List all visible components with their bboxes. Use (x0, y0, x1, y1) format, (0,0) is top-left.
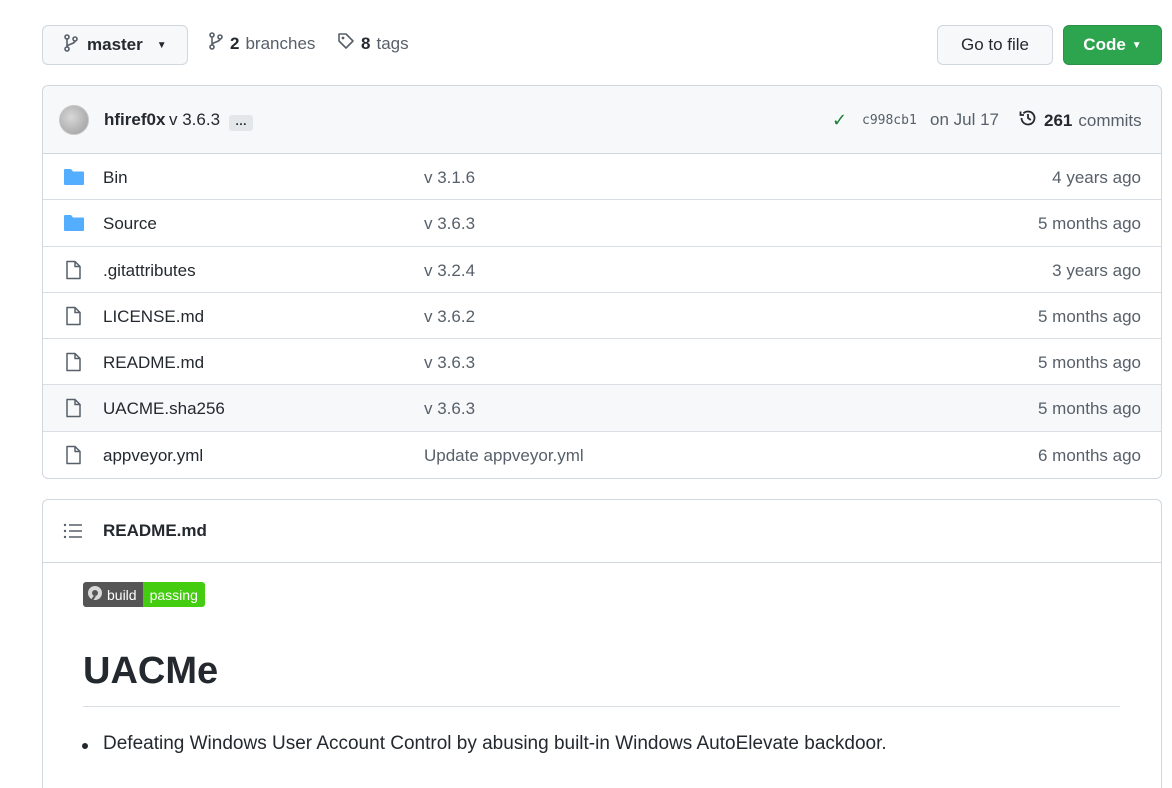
code-button[interactable]: Code ▼ (1063, 25, 1162, 65)
git-branch-icon (208, 32, 224, 55)
readme-header: README.md (43, 500, 1161, 563)
heading-divider (83, 706, 1120, 707)
caret-down-icon: ▼ (156, 39, 167, 51)
file-name[interactable]: UACME.sha256 (103, 399, 225, 419)
tags-count: 8 (361, 33, 371, 53)
file-row[interactable]: Source v 3.6.3 5 months ago (43, 200, 1161, 247)
file-name[interactable]: Bin (103, 168, 128, 188)
badge-left: build (83, 582, 143, 607)
file-commit-message[interactable]: v 3.6.3 (424, 399, 475, 419)
file-age: 3 years ago (1052, 260, 1141, 280)
folder-icon (63, 167, 84, 187)
file-age: 4 years ago (1052, 168, 1141, 187)
branches-link[interactable]: 2 branches (208, 32, 315, 55)
file-age: 6 months ago (1037, 445, 1141, 465)
file-browser: hfiref0x v 3.6.3 … ✓ c998cb1 on Jul 17 2… (42, 85, 1162, 479)
file-age: 5 months ago (1037, 214, 1141, 234)
file-row[interactable]: Bin v 3.1.6 4 years ago (43, 154, 1161, 201)
file-row[interactable]: LICENSE.md v 3.6.2 5 months ago (43, 293, 1161, 340)
commits-count: 261 (1044, 110, 1073, 130)
readme-panel: README.md build passing UACMe Defeating … (42, 499, 1162, 788)
commits-label: commits (1078, 110, 1142, 130)
file-commit-message[interactable]: Update appveyor.yml (424, 446, 584, 466)
commit-date: on Jul 17 (930, 110, 999, 129)
badge-left-text: build (107, 586, 137, 603)
git-branch-icon (63, 33, 79, 57)
file-icon (63, 398, 83, 418)
commits-history-link[interactable]: 261 commits (1018, 108, 1142, 133)
history-icon (1018, 108, 1038, 133)
branch-select-button[interactable]: master ▼ (42, 25, 188, 65)
file-icon (63, 260, 83, 280)
appveyor-icon (87, 585, 103, 604)
readme-title[interactable]: README.md (103, 521, 207, 541)
file-age: 5 months ago (1037, 353, 1141, 373)
file-age: 5 months ago (1037, 399, 1141, 419)
file-age: 5 months ago (1037, 306, 1141, 326)
file-commit-message[interactable]: v 3.6.3 (424, 353, 475, 373)
branch-name: master (87, 35, 143, 54)
latest-commit-bar: hfiref0x v 3.6.3 … ✓ c998cb1 on Jul 17 2… (43, 86, 1161, 154)
repo-page: master ▼ 2 branches 8 tags Go to file Co… (0, 0, 1172, 788)
commit-message[interactable]: v 3.6.3 (169, 110, 220, 130)
commit-author[interactable]: hfiref0x (104, 110, 165, 130)
tag-icon (337, 32, 355, 55)
commit-sha[interactable]: c998cb1 (862, 113, 917, 128)
file-row[interactable]: README.md v 3.6.3 5 months ago (43, 339, 1161, 386)
file-commit-message[interactable]: v 3.1.6 (424, 168, 475, 188)
readme-bullet: Defeating Windows User Account Control b… (82, 733, 887, 754)
file-name[interactable]: .gitattributes (103, 261, 196, 281)
check-icon[interactable]: ✓ (832, 110, 847, 131)
folder-icon (63, 213, 84, 233)
file-row[interactable]: appveyor.yml Update appveyor.yml 6 month… (43, 432, 1161, 478)
list-icon[interactable] (63, 522, 83, 545)
file-commit-message[interactable]: v 3.2.4 (424, 261, 475, 281)
go-to-file-label: Go to file (960, 35, 1030, 54)
avatar[interactable] (59, 105, 89, 135)
file-icon (63, 306, 83, 326)
expand-commit-button[interactable]: … (229, 115, 253, 131)
tags-label: tags (376, 33, 409, 53)
file-name[interactable]: appveyor.yml (103, 446, 203, 466)
code-button-label: Code (1083, 35, 1126, 54)
tags-link[interactable]: 8 tags (337, 32, 409, 55)
readme-heading: UACMe (83, 650, 219, 692)
file-commit-message[interactable]: v 3.6.2 (424, 307, 475, 327)
caret-down-icon: ▼ (1131, 39, 1142, 51)
file-row[interactable]: .gitattributes v 3.2.4 3 years ago (43, 247, 1161, 293)
file-icon (63, 445, 83, 465)
badge-right-text: passing (142, 582, 205, 607)
file-name[interactable]: LICENSE.md (103, 307, 204, 327)
build-status-badge[interactable]: build passing (83, 582, 205, 607)
file-row[interactable]: UACME.sha256 v 3.6.3 5 months ago (43, 385, 1161, 432)
file-icon (63, 352, 83, 372)
branches-count: 2 (230, 33, 240, 53)
file-name[interactable]: Source (103, 214, 157, 234)
file-name[interactable]: README.md (103, 353, 204, 373)
go-to-file-button[interactable]: Go to file (937, 25, 1053, 65)
file-commit-message[interactable]: v 3.6.3 (424, 214, 475, 234)
branches-label: branches (245, 33, 316, 53)
